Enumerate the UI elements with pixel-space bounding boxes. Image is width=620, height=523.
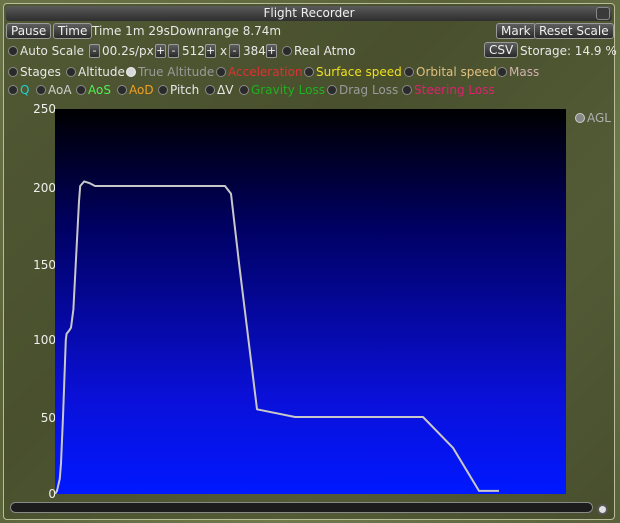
toggle-indicator <box>327 85 337 95</box>
csv-button[interactable]: CSV <box>484 42 519 58</box>
toggle-indicator <box>8 46 18 56</box>
window-title: Flight Recorder <box>263 6 355 20</box>
series-toggle-stages[interactable]: Stages <box>8 65 61 79</box>
series-label: True Altitude <box>138 65 215 79</box>
series-label: AoA <box>48 83 72 97</box>
series-toggle-altitude[interactable]: Altitude <box>66 65 125 79</box>
series-toggle-orbital-speed[interactable]: Orbital speed <box>404 65 497 79</box>
series-label: Orbital speed <box>416 65 497 79</box>
toggle-indicator <box>117 85 127 95</box>
toggle-indicator <box>8 67 18 77</box>
series-toggle-true-altitude[interactable]: True Altitude <box>126 65 214 79</box>
series-toggle-aos[interactable]: AoS <box>76 83 111 97</box>
series-toggle-acceleration[interactable]: Acceleration <box>216 65 303 79</box>
width-increase-button[interactable]: + <box>205 44 216 58</box>
series-toggle-gravity-loss[interactable]: Gravity Loss <box>239 83 325 97</box>
timescale-value: 00.2s/px <box>102 44 154 58</box>
storage-indicator: Storage: 14.9 % <box>520 44 617 58</box>
series-label: Drag Loss <box>339 83 399 97</box>
series-toggle-surface-speed[interactable]: Surface speed <box>304 65 402 79</box>
reset-scale-button[interactable]: Reset Scale <box>534 23 614 39</box>
toggle-indicator <box>76 85 86 95</box>
size-separator: x <box>220 44 228 58</box>
downrange-distance: Downrange 8.74m <box>170 24 282 38</box>
series-toggle-q[interactable]: Q <box>8 83 29 97</box>
toggle-indicator <box>126 67 136 77</box>
toggle-indicator <box>66 67 76 77</box>
height-value: 384 <box>243 44 266 58</box>
toggle-indicator <box>158 85 168 95</box>
series-label: Gravity Loss <box>251 83 325 97</box>
toggle-indicator <box>575 113 585 123</box>
y-tick-label: 200 <box>33 181 56 195</box>
toggle-indicator <box>8 85 18 95</box>
series-label: ΔV <box>217 83 234 97</box>
title-bar[interactable]: Flight Recorder <box>6 6 612 21</box>
series-label: Mass <box>509 65 540 79</box>
y-tick-label: 100 <box>33 333 56 347</box>
y-tick-label: 250 <box>33 102 56 116</box>
height-increase-button[interactable]: + <box>266 44 277 58</box>
series-label: Stages <box>20 65 61 79</box>
auto-scale-label: Auto Scale <box>20 44 84 58</box>
toggle-indicator <box>239 85 249 95</box>
agl-toggle[interactable]: AGL <box>575 111 611 125</box>
series-toggle-delta-v[interactable]: ΔV <box>205 83 233 97</box>
series-toggle-mass[interactable]: Mass <box>497 65 539 79</box>
series-label: Pitch <box>170 83 200 97</box>
time-scrollbar[interactable] <box>10 502 593 513</box>
pause-button[interactable]: Pause <box>6 23 52 39</box>
mark-button[interactable]: Mark <box>496 23 536 39</box>
timescale-decrease-button[interactable]: - <box>89 44 100 58</box>
toggle-indicator <box>402 85 412 95</box>
series-toggle-drag-loss[interactable]: Drag Loss <box>327 83 398 97</box>
width-value: 512 <box>182 44 205 58</box>
agl-label: AGL <box>587 111 611 125</box>
series-label: Q <box>20 83 30 97</box>
series-label: Steering Loss <box>414 83 495 97</box>
close-button[interactable] <box>596 7 610 20</box>
width-decrease-button[interactable]: - <box>168 44 179 58</box>
toggle-indicator <box>36 85 46 95</box>
series-toggle-steering-loss[interactable]: Steering Loss <box>402 83 495 97</box>
time-button[interactable]: Time <box>53 23 93 39</box>
series-label: Surface speed <box>316 65 402 79</box>
y-tick-label: 50 <box>40 411 56 425</box>
scrollbar-end-button[interactable] <box>597 504 608 515</box>
real-atmo-toggle[interactable]: Real Atmo <box>282 44 355 58</box>
real-atmo-label: Real Atmo <box>294 44 356 58</box>
height-decrease-button[interactable]: - <box>229 44 240 58</box>
elapsed-time: Time 1m 29s <box>92 24 170 38</box>
toggle-indicator <box>205 85 215 95</box>
toggle-indicator <box>497 67 507 77</box>
toggle-indicator <box>404 67 414 77</box>
series-label: AoS <box>88 83 111 97</box>
y-tick-label: 150 <box>33 258 56 272</box>
timescale-increase-button[interactable]: + <box>155 44 166 58</box>
series-label: AoD <box>129 83 154 97</box>
series-toggle-pitch[interactable]: Pitch <box>158 83 199 97</box>
series-label: Acceleration <box>228 65 303 79</box>
series-toggle-aoa[interactable]: AoA <box>36 83 72 97</box>
toggle-indicator <box>216 67 226 77</box>
plot-area[interactable] <box>54 109 566 495</box>
series-toggle-aod[interactable]: AoD <box>117 83 154 97</box>
altitude-plot <box>54 180 499 495</box>
true-altitude-line <box>54 180 499 495</box>
toggle-indicator <box>282 46 292 56</box>
auto-scale-toggle[interactable]: Auto Scale <box>8 44 84 58</box>
series-label: Altitude <box>78 65 125 79</box>
toggle-indicator <box>304 67 314 77</box>
